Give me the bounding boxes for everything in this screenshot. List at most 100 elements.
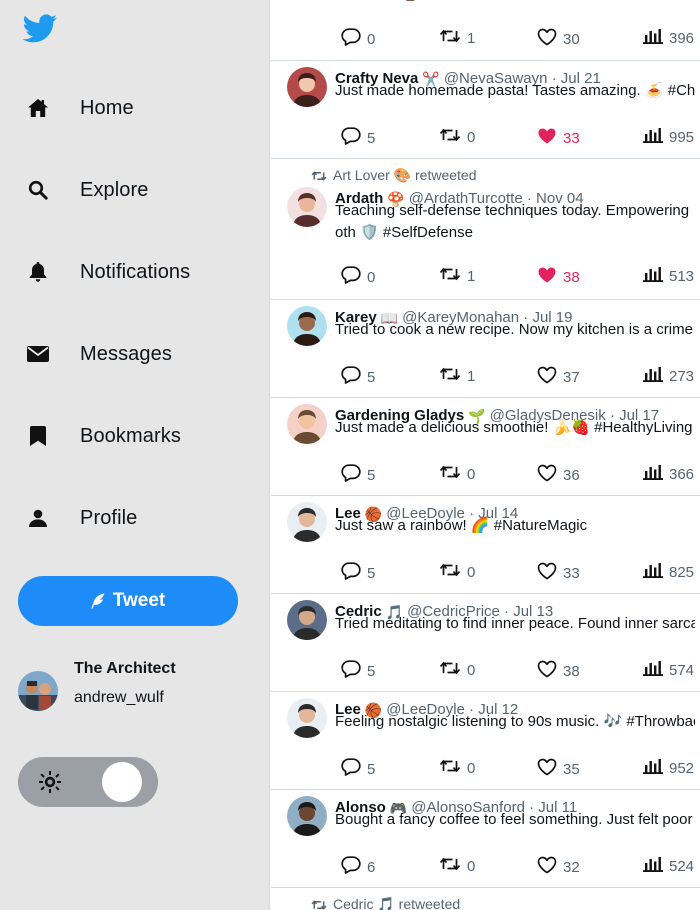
account-switcher[interactable]: The Architect andrew_wulf (18, 658, 258, 718)
heart-icon (537, 366, 563, 388)
tweet-item[interactable]: Alonso 🎮 @AlonsoSanford · Jul 11 Bought a … (271, 790, 700, 888)
like-button[interactable]: 38 (537, 660, 580, 682)
views-button[interactable]: 574 (643, 660, 694, 680)
reply-button[interactable]: 0 (341, 266, 375, 288)
tweet-item[interactable]: sweet. 🎮🏆 #GamerLife 0 1 30 396 (271, 0, 700, 61)
nav-label-explore: Explore (80, 178, 149, 201)
retweet-button[interactable]: 0 (439, 660, 475, 680)
views-button[interactable]: 524 (643, 856, 694, 876)
retweet-small-icon (311, 170, 327, 182)
retweet-button[interactable]: 0 (439, 758, 475, 778)
views-button[interactable]: 995 (643, 127, 694, 147)
reply-button[interactable]: 5 (341, 758, 375, 780)
nav-item-explore[interactable]: Explore (0, 160, 270, 220)
heart-icon (537, 660, 563, 682)
reply-button[interactable]: 5 (341, 660, 375, 682)
tweet-item[interactable]: Art Lover 🎨 retweeted Ardath 🍄 @ArdathTurc… (271, 159, 700, 300)
retweet-button[interactable]: 0 (439, 562, 475, 582)
reply-button[interactable]: 0 (341, 28, 375, 50)
like-count: 32 (563, 858, 580, 876)
retweet-button[interactable]: 0 (439, 127, 475, 147)
reply-icon (341, 758, 367, 780)
tweet-actions: 6 0 32 524 (341, 856, 700, 878)
like-button[interactable]: 32 (537, 856, 580, 878)
reply-icon (341, 464, 367, 486)
views-button[interactable]: 952 (643, 758, 694, 778)
reply-button[interactable]: 5 (341, 562, 375, 584)
reply-button[interactable]: 5 (341, 127, 375, 149)
like-count: 33 (563, 129, 580, 147)
like-button[interactable]: 30 (537, 28, 580, 50)
tweet-item[interactable]: Cedric 🎵 retweeted (271, 888, 700, 910)
retweet-count: 0 (467, 563, 476, 581)
views-button[interactable]: 513 (643, 266, 694, 286)
retweet-button[interactable]: 0 (439, 464, 475, 484)
sun-icon (38, 770, 62, 794)
avatar[interactable] (287, 306, 327, 346)
like-count: 38 (563, 662, 580, 680)
theme-toggle[interactable] (18, 757, 158, 807)
nav-item-bookmarks[interactable]: Bookmarks (0, 406, 270, 466)
tweet-item[interactable]: Lee 🏀 @LeeDoyle · Jul 14 Just saw a rainbo… (271, 496, 700, 594)
reply-count: 0 (367, 30, 376, 48)
retweet-button[interactable]: 1 (439, 266, 475, 286)
timeline-feed[interactable]: sweet. 🎮🏆 #GamerLife 0 1 30 396 Crafty N… (271, 0, 700, 910)
like-count: 33 (563, 564, 580, 582)
like-button[interactable]: 37 (537, 366, 580, 388)
views-count: 396 (669, 29, 695, 47)
views-count: 574 (669, 661, 695, 679)
nav-item-notifications[interactable]: Notifications (0, 242, 270, 302)
nav-label-home: Home (80, 96, 134, 119)
nav-item-profile[interactable]: Profile (0, 488, 270, 548)
avatar[interactable] (287, 404, 327, 444)
account-name: The Architect (74, 660, 176, 677)
tweet-text: Just made homemade pasta! Tastes amazing… (335, 82, 695, 99)
tweet-text: sweet. 🎮🏆 #GamerLife (335, 0, 695, 5)
views-count: 952 (669, 759, 695, 777)
views-button[interactable]: 273 (643, 366, 694, 386)
reply-button[interactable]: 5 (341, 366, 375, 388)
avatar[interactable] (287, 187, 327, 227)
nav-item-home[interactable]: Home (0, 78, 270, 138)
views-button[interactable]: 396 (643, 28, 694, 48)
tweet-item[interactable]: Cedric 🎵 @CedricPrice · Jul 13 Tried medit… (271, 594, 700, 692)
tweet-item[interactable]: Karey 📖 @KareyMonahan · Jul 19 Tried to co… (271, 300, 700, 398)
like-button[interactable]: 35 (537, 758, 580, 780)
avatar[interactable] (287, 502, 327, 542)
like-button[interactable]: 38 (537, 266, 580, 288)
views-button[interactable]: 366 (643, 464, 694, 484)
like-button[interactable]: 36 (537, 464, 580, 486)
avatar[interactable] (287, 600, 327, 640)
avatar[interactable] (287, 796, 327, 836)
retweet-count: 0 (467, 857, 476, 875)
tweet-item[interactable]: Gardening Gladys 🌱 @GladysDenesik · Jul 17… (271, 398, 700, 496)
twitter-bird-icon[interactable] (22, 14, 60, 48)
tweet-item[interactable]: Crafty Neva ✂️ @NevaSawayn · Jul 21 Just m… (271, 61, 700, 159)
like-button[interactable]: 33 (537, 562, 580, 584)
views-count: 513 (669, 267, 695, 285)
tweet-item[interactable]: Lee 🏀 @LeeDoyle · Jul 12 Feeling nostalgic… (271, 692, 700, 790)
heart-icon (537, 562, 563, 584)
heart-icon (537, 758, 563, 780)
views-button[interactable]: 825 (643, 562, 694, 582)
like-count: 30 (563, 30, 580, 48)
reply-icon (341, 660, 367, 682)
reply-count: 5 (367, 662, 376, 680)
tweet-text: Tried to cook a new recipe. Now my kitch… (335, 321, 695, 338)
views-chart-icon (643, 28, 669, 48)
reply-button[interactable]: 6 (341, 856, 375, 878)
like-button[interactable]: 33 (537, 127, 580, 149)
search-icon (26, 178, 50, 202)
reply-button[interactable]: 5 (341, 464, 375, 486)
retweet-button[interactable]: 1 (439, 28, 475, 48)
reply-count: 5 (367, 129, 376, 147)
heart-icon (537, 28, 563, 50)
retweet-button[interactable]: 0 (439, 856, 475, 876)
avatar[interactable] (287, 67, 327, 107)
retweet-button[interactable]: 1 (439, 366, 475, 386)
avatar[interactable] (287, 698, 327, 738)
retweet-count: 0 (467, 759, 476, 777)
tweet-actions: 5 0 33 825 (341, 562, 700, 584)
tweet-button[interactable]: Tweet (18, 576, 238, 626)
nav-item-messages[interactable]: Messages (0, 324, 270, 384)
